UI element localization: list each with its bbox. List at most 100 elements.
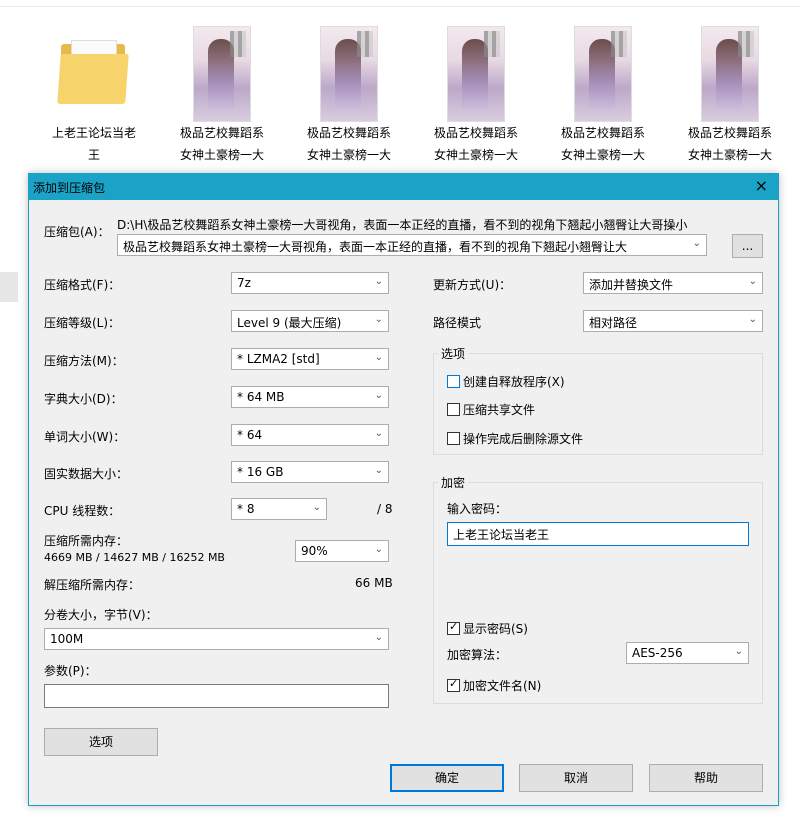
algo-combo[interactable]: AES-256 ⌄ (626, 642, 749, 664)
file-item-image[interactable]: 极品艺校舞蹈系 女神土豪榜一大 (167, 26, 277, 166)
file-item-image[interactable]: 极品艺校舞蹈系 女神土豪榜一大 (294, 26, 404, 166)
chevron-down-icon: ⌄ (374, 465, 383, 476)
solid-label: 固实数据大小： (44, 467, 129, 481)
sfx-label: 创建自释放程序(X) (463, 375, 565, 389)
chevron-down-icon: ⌄ (734, 646, 743, 657)
word-label: 单词大小(W)： (44, 430, 126, 444)
encrypt-names-label: 加密文件名(N) (463, 679, 542, 693)
dict-combo[interactable]: * 64 MB ⌄ (231, 386, 389, 408)
pathmode-combo[interactable]: 相对路径 ⌄ (583, 310, 763, 332)
word-combo[interactable]: * 64 ⌄ (231, 424, 389, 446)
update-combo[interactable]: 添加并替换文件 ⌄ (583, 272, 763, 294)
add-to-archive-dialog: 添加到压缩包 × 压缩包(A)： D:\H\极品艺校舞蹈系女神土豪榜一大哥视角，… (28, 173, 779, 806)
chevron-down-icon: ⌄ (692, 238, 701, 249)
mem-combo[interactable]: 90% ⌄ (295, 540, 389, 562)
options-button[interactable]: 选项 (44, 728, 158, 756)
image-thumbnail (447, 26, 505, 122)
file-name-line2: 女神土豪榜一大 (306, 148, 391, 162)
algo-label: 加密算法： (447, 648, 508, 662)
encrypt-names-checkbox[interactable]: ✓ 加密文件名(N) (447, 677, 541, 694)
pathmode-value: 相对路径 (589, 316, 638, 330)
folder-icon (57, 38, 129, 108)
archive-name-value: 极品艺校舞蹈系女神土豪榜一大哥视角，表面一本正经的直播，看不到的视角下翘起小翘臀… (123, 240, 628, 254)
image-thumbnail (701, 26, 759, 122)
file-item-image[interactable]: 极品艺校舞蹈系 女神土豪榜一大 (421, 26, 531, 166)
explorer-selection-edge (0, 272, 18, 302)
solid-combo[interactable]: * 16 GB ⌄ (231, 461, 389, 483)
archive-name-combo[interactable]: 极品艺校舞蹈系女神土豪榜一大哥视角，表面一本正经的直播，看不到的视角下翘起小翘臀… (117, 234, 707, 256)
volume-value: 100M (50, 632, 84, 646)
chevron-down-icon: ⌄ (374, 544, 383, 555)
password-label: 输入密码： (447, 502, 508, 516)
browse-button[interactable]: ... (732, 234, 763, 258)
level-value: Level 9 (最大压缩) (237, 316, 342, 330)
file-name-line2: 女神土豪榜一大 (179, 148, 264, 162)
file-item-folder[interactable]: 上老王论坛当老 王 (39, 26, 149, 166)
file-name: 极品艺校舞蹈系 (179, 126, 264, 140)
image-thumbnail (193, 26, 251, 122)
threads-combo[interactable]: * 8 ⌄ (231, 498, 327, 520)
method-label: 压缩方法(M)： (44, 354, 124, 368)
chevron-down-icon: ⌄ (374, 314, 383, 325)
file-name: 极品艺校舞蹈系 (433, 126, 518, 140)
volume-combo[interactable]: 100M ⌄ (44, 628, 389, 650)
threads-value: * 8 (237, 502, 255, 516)
delete-label: 操作完成后删除源文件 (463, 432, 584, 446)
mem-label: 压缩所需内存： (44, 534, 129, 548)
checkbox-icon (447, 432, 460, 445)
mem-value: 90% (301, 544, 328, 558)
chevron-down-icon: ⌄ (374, 632, 383, 643)
format-label: 压缩格式(F)： (44, 278, 121, 292)
show-password-checkbox[interactable]: ✓ 显示密码(S) (447, 620, 528, 637)
algo-value: AES-256 (632, 646, 683, 660)
dialog-titlebar[interactable]: 添加到压缩包 × (29, 174, 778, 200)
file-name: 极品艺校舞蹈系 (306, 126, 391, 140)
file-name-line2: 王 (87, 148, 100, 162)
encryption-group-title: 加密 (438, 474, 469, 491)
options-group-title: 选项 (438, 345, 469, 362)
chevron-down-icon: ⌄ (748, 276, 757, 287)
params-label: 参数(P)： (44, 664, 97, 678)
level-combo[interactable]: Level 9 (最大压缩) ⌄ (231, 310, 389, 332)
params-input[interactable] (44, 684, 389, 708)
solid-value: * 16 GB (237, 465, 284, 479)
shared-checkbox[interactable]: 压缩共享文件 (447, 401, 535, 418)
show-password-label: 显示密码(S) (463, 622, 528, 636)
chevron-down-icon: ⌄ (374, 428, 383, 439)
password-input[interactable]: 上老王论坛当老王 (447, 522, 749, 546)
file-item-image[interactable]: 极品艺校舞蹈系 女神土豪榜一大 (675, 26, 785, 166)
file-item-image[interactable]: 极品艺校舞蹈系 女神土豪榜一大 (548, 26, 658, 166)
checkbox-icon (447, 403, 460, 416)
format-value: 7z (237, 276, 251, 290)
chevron-down-icon: ⌄ (374, 390, 383, 401)
file-name: 极品艺校舞蹈系 (560, 126, 645, 140)
chevron-down-icon: ⌄ (374, 276, 383, 287)
threads-max: / 8 (377, 502, 393, 516)
explorer-top-divider (0, 6, 800, 7)
close-icon[interactable]: × (755, 176, 768, 196)
volume-label: 分卷大小，字节(V)： (44, 608, 158, 622)
shared-label: 压缩共享文件 (463, 403, 536, 417)
checkbox-checked-icon: ✓ (447, 620, 460, 635)
help-button[interactable]: 帮助 (649, 764, 763, 792)
archive-path: D:\H\极品艺校舞蹈系女神土豪榜一大哥视角，表面一本正经的直播，看不到的视角下… (117, 218, 688, 232)
sfx-checkbox[interactable]: 创建自释放程序(X) (447, 373, 565, 390)
format-combo[interactable]: 7z ⌄ (231, 272, 389, 294)
decomp-label: 解压缩所需内存： (44, 578, 141, 592)
image-thumbnail (574, 26, 632, 122)
chevron-down-icon: ⌄ (312, 502, 321, 513)
threads-label: CPU 线程数： (44, 504, 121, 518)
update-label: 更新方式(U)： (433, 278, 512, 292)
archive-label: 压缩包(A)： (44, 225, 110, 239)
cancel-button[interactable]: 取消 (519, 764, 633, 792)
delete-checkbox[interactable]: 操作完成后删除源文件 (447, 430, 583, 447)
method-combo[interactable]: * LZMA2 [std] ⌄ (231, 348, 389, 370)
ok-button[interactable]: 确定 (390, 764, 504, 792)
file-name: 极品艺校舞蹈系 (687, 126, 772, 140)
file-name: 上老王论坛当老 (51, 126, 136, 140)
image-thumbnail (320, 26, 378, 122)
checkbox-checked-icon: ✓ (447, 677, 460, 692)
method-value: * LZMA2 [std] (237, 352, 320, 366)
file-name-line2: 女神土豪榜一大 (560, 148, 645, 162)
chevron-down-icon: ⌄ (374, 352, 383, 363)
